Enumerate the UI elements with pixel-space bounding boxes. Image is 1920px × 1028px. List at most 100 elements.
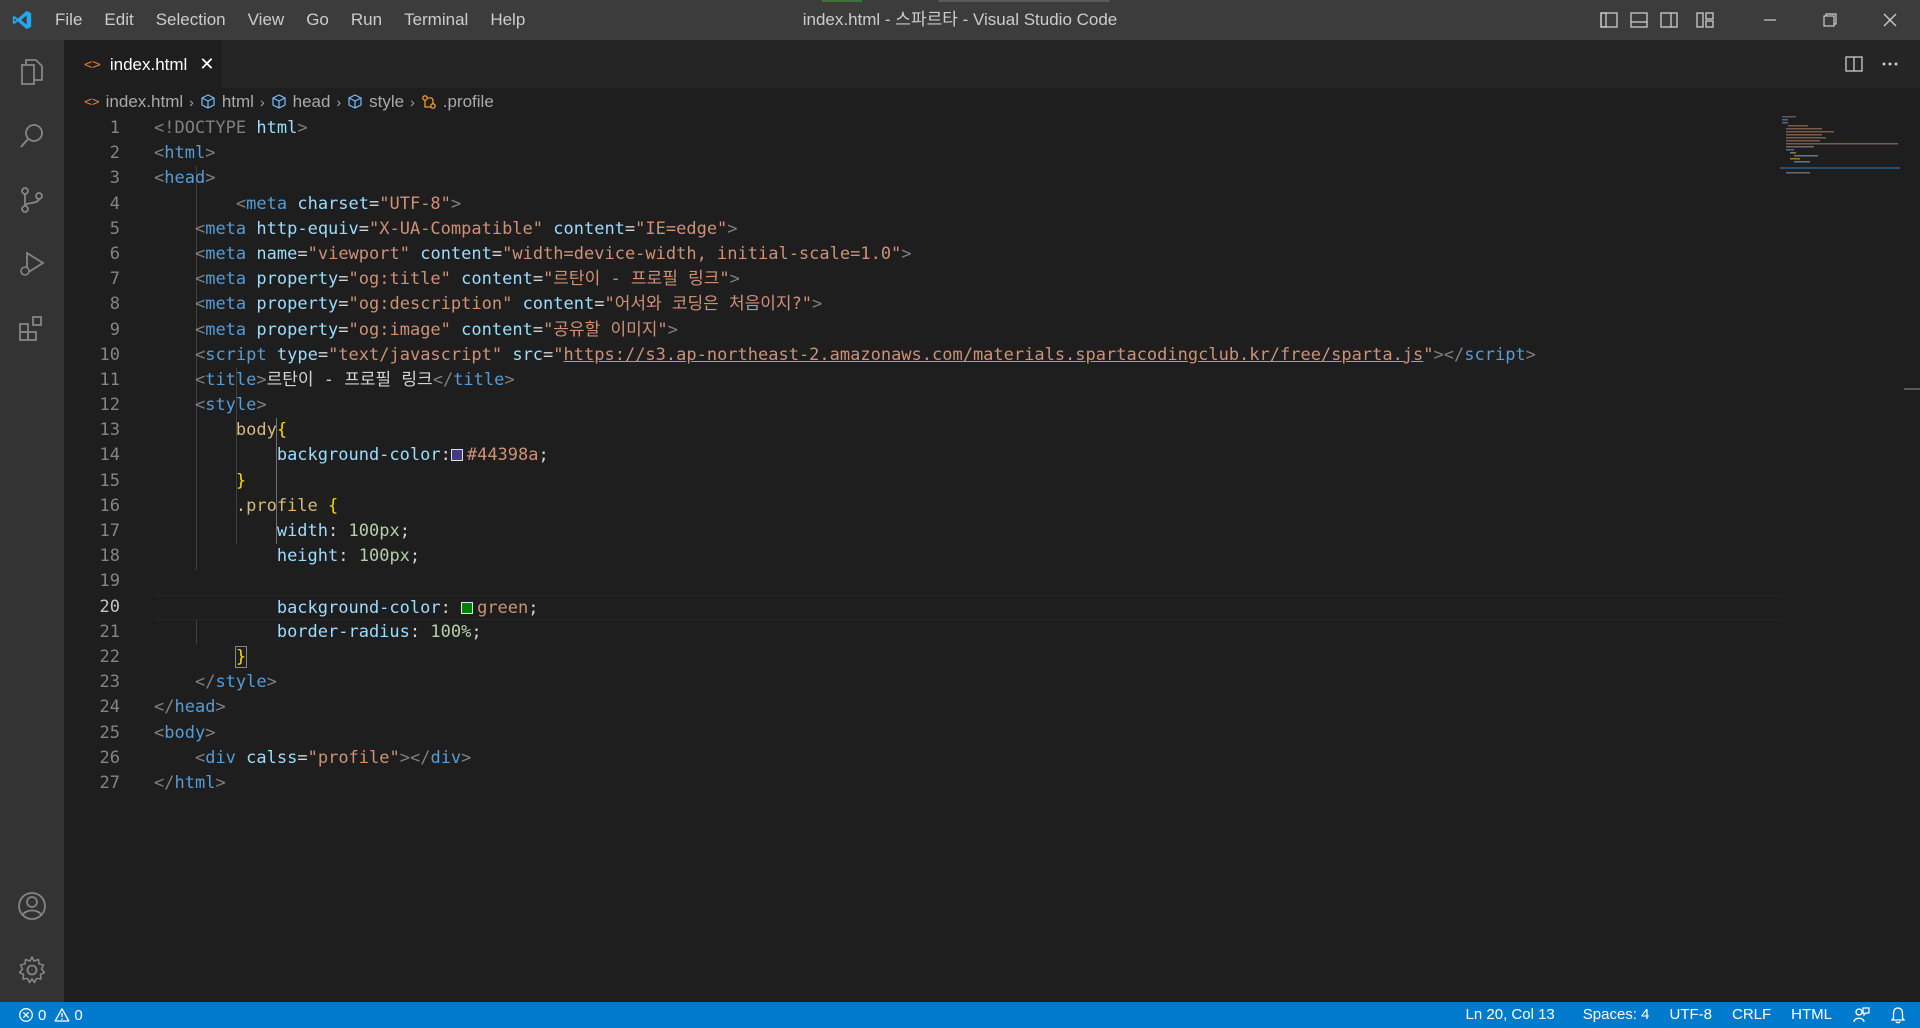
line-number: 18 — [99, 546, 120, 567]
code-line: <html> — [154, 143, 216, 164]
run-debug-icon[interactable] — [0, 232, 64, 296]
activity-bar — [0, 40, 64, 1002]
tab-label: index.html — [109, 54, 188, 74]
menu-selection[interactable]: Selection — [145, 0, 237, 40]
editor-tabs-bar: <> index.html ✕ — [64, 40, 1920, 88]
code-line: <meta charset="UTF-8"> — [235, 193, 462, 214]
code-line: <style> — [194, 395, 267, 416]
error-count: 0 — [38, 1006, 47, 1024]
title-accent-line — [822, 0, 862, 2]
toggle-panel-icon[interactable] — [1624, 0, 1654, 40]
code-line: width: 100px; — [276, 521, 410, 541]
line-number: 26 — [99, 747, 120, 768]
menu-go[interactable]: Go — [295, 0, 340, 40]
minimize-icon[interactable] — [1740, 0, 1800, 40]
element-cube-icon — [200, 94, 216, 110]
line-number: 3 — [109, 168, 120, 189]
line-number: 8 — [109, 294, 120, 315]
code-line: </head> — [154, 697, 226, 718]
feedback-icon[interactable] — [1842, 1002, 1880, 1028]
line-number: 1 — [109, 118, 120, 138]
scrollbar-cursor-marker — [1904, 388, 1920, 390]
code-line: } — [235, 470, 247, 491]
breadcrumb: <> index.html › html › head › style › .p… — [64, 88, 1920, 116]
menu-help[interactable]: Help — [479, 0, 536, 40]
minimap[interactable] — [1780, 116, 1900, 176]
menu-bar: File Edit Selection View Go Run Terminal… — [44, 0, 536, 40]
line-number: 22 — [99, 646, 120, 667]
extensions-icon[interactable] — [0, 296, 64, 360]
account-icon[interactable] — [0, 874, 64, 938]
restore-icon[interactable] — [1800, 0, 1860, 40]
code-line: <meta name="viewport" content="width=dev… — [194, 243, 912, 264]
chevron-right-icon: › — [189, 94, 194, 110]
menu-view[interactable]: View — [237, 0, 296, 40]
vscode-logo-icon — [0, 0, 44, 40]
error-icon — [19, 1008, 33, 1022]
color-swatch-purple[interactable] — [450, 449, 463, 462]
split-editor-icon[interactable] — [1836, 40, 1872, 88]
toggle-secondary-sidebar-icon[interactable] — [1654, 0, 1684, 40]
code-line: background-color: #44398a; — [276, 445, 549, 466]
source-control-icon[interactable] — [0, 168, 64, 232]
line-number: 15 — [99, 470, 120, 491]
chevron-right-icon: › — [410, 94, 415, 110]
line-number: 27 — [99, 772, 120, 793]
end-of-line[interactable]: CRLF — [1722, 1002, 1781, 1028]
element-cube-icon — [347, 94, 363, 110]
problems-indicator[interactable]: 0 0 — [0, 1002, 83, 1028]
title-bar-controls — [1594, 0, 1920, 40]
breadcrumb-style[interactable]: style — [347, 92, 404, 112]
menu-run[interactable]: Run — [340, 0, 393, 40]
manage-gear-icon[interactable] — [0, 938, 64, 1002]
line-number: 2 — [109, 143, 120, 164]
code-editor[interactable]: 1 2 3 4 5 6 7 8 9 10 11 12 13 14 15 16 1… — [64, 116, 1920, 1002]
line-number: 10 — [99, 344, 120, 365]
color-swatch-green[interactable] — [461, 601, 474, 614]
search-icon[interactable] — [0, 104, 64, 168]
class-selector-icon — [421, 94, 437, 110]
line-number: 25 — [99, 722, 120, 743]
notifications-bell-icon[interactable] — [1880, 1002, 1920, 1028]
close-window-icon[interactable] — [1860, 0, 1920, 40]
toggle-primary-sidebar-icon[interactable] — [1594, 0, 1624, 40]
code-line: <div calss="profile"></div> — [194, 747, 472, 768]
code-line: } — [234, 645, 248, 668]
warning-count: 0 — [74, 1006, 83, 1024]
breadcrumb-profile-label: .profile — [442, 92, 494, 111]
html-file-icon: <> — [84, 56, 101, 73]
breadcrumb-html[interactable]: html — [200, 92, 254, 112]
breadcrumb-file[interactable]: <> index.html — [84, 92, 183, 112]
code-line: <meta http-equiv="X-UA-Compatible" conte… — [194, 218, 738, 239]
html-file-icon: <> — [84, 94, 100, 110]
menu-edit[interactable]: Edit — [93, 0, 144, 40]
tab-index-html[interactable]: <> index.html ✕ — [64, 40, 222, 88]
breadcrumb-head-label: head — [292, 92, 331, 111]
close-tab-icon[interactable]: ✕ — [199, 54, 214, 75]
breadcrumb-file-label: index.html — [105, 92, 184, 111]
more-actions-icon[interactable] — [1872, 40, 1908, 88]
breadcrumb-head[interactable]: head — [271, 92, 331, 112]
code-line: <meta property="og:description" content=… — [194, 294, 823, 315]
chevron-right-icon: › — [336, 94, 342, 110]
line-number: 16 — [99, 495, 120, 516]
language-mode[interactable]: HTML — [1781, 1002, 1842, 1028]
encoding[interactable]: UTF-8 — [1659, 1002, 1722, 1028]
vertical-scrollbar[interactable] — [1904, 116, 1920, 1002]
status-bar: 0 0 Ln 20, Col 13 Spaces: 4 UTF-8 CRLF H… — [0, 1002, 1920, 1028]
indentation[interactable]: Spaces: 4 — [1573, 1002, 1660, 1028]
line-number: 17 — [99, 521, 120, 541]
cursor-position[interactable]: Ln 20, Col 13 — [1456, 1002, 1565, 1028]
menu-file[interactable]: File — [44, 0, 93, 40]
menu-terminal[interactable]: Terminal — [393, 0, 479, 40]
element-cube-icon — [271, 94, 287, 110]
code-line: </html> — [154, 772, 226, 793]
explorer-files-icon[interactable] — [0, 40, 64, 104]
status-bar-right: Ln 20, Col 13 Spaces: 4 UTF-8 CRLF HTML — [1456, 1002, 1920, 1028]
code-lines[interactable]: <!DOCTYPE html> <html> <head> <meta char… — [154, 116, 1780, 796]
customize-layout-icon[interactable] — [1690, 0, 1720, 40]
breadcrumb-style-label: style — [369, 92, 405, 111]
line-number: 14 — [99, 445, 120, 466]
breadcrumb-profile[interactable]: .profile — [421, 92, 494, 112]
